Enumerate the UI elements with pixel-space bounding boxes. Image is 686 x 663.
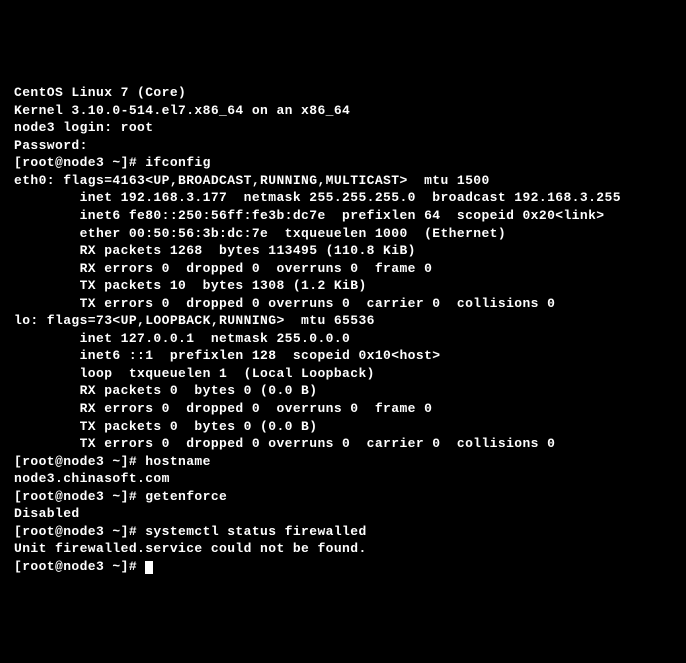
terminal-line: TX packets 0 bytes 0 (0.0 B) — [14, 418, 672, 436]
terminal-line: ether 00:50:56:3b:dc:7e txqueuelen 1000 … — [14, 225, 672, 243]
terminal-line: TX packets 10 bytes 1308 (1.2 KiB) — [14, 277, 672, 295]
terminal-line: loop txqueuelen 1 (Local Loopback) — [14, 365, 672, 383]
cursor-icon — [145, 561, 153, 574]
terminal-line: RX errors 0 dropped 0 overruns 0 frame 0 — [14, 400, 672, 418]
terminal-line: [root@node3 ~]# — [14, 558, 672, 576]
terminal-line: TX errors 0 dropped 0 overruns 0 carrier… — [14, 295, 672, 313]
terminal-line: inet 127.0.0.1 netmask 255.0.0.0 — [14, 330, 672, 348]
terminal-line: inet 192.168.3.177 netmask 255.255.255.0… — [14, 189, 672, 207]
terminal-line: RX packets 1268 bytes 113495 (110.8 KiB) — [14, 242, 672, 260]
terminal-output[interactable]: CentOS Linux 7 (Core)Kernel 3.10.0-514.e… — [14, 84, 672, 575]
terminal-line: Disabled — [14, 505, 672, 523]
terminal-line: [root@node3 ~]# hostname — [14, 453, 672, 471]
terminal-line: TX errors 0 dropped 0 overruns 0 carrier… — [14, 435, 672, 453]
terminal-line: node3 login: root — [14, 119, 672, 137]
terminal-line: Unit firewalled.service could not be fou… — [14, 540, 672, 558]
terminal-line: inet6 fe80::250:56ff:fe3b:dc7e prefixlen… — [14, 207, 672, 225]
terminal-line: CentOS Linux 7 (Core) — [14, 84, 672, 102]
terminal-line: RX packets 0 bytes 0 (0.0 B) — [14, 382, 672, 400]
terminal-line: eth0: flags=4163<UP,BROADCAST,RUNNING,MU… — [14, 172, 672, 190]
terminal-line: lo: flags=73<UP,LOOPBACK,RUNNING> mtu 65… — [14, 312, 672, 330]
terminal-line: RX errors 0 dropped 0 overruns 0 frame 0 — [14, 260, 672, 278]
terminal-line: Kernel 3.10.0-514.el7.x86_64 on an x86_6… — [14, 102, 672, 120]
terminal-line: node3.chinasoft.com — [14, 470, 672, 488]
terminal-line: [root@node3 ~]# ifconfig — [14, 154, 672, 172]
terminal-line: Password: — [14, 137, 672, 155]
terminal-line: inet6 ::1 prefixlen 128 scopeid 0x10<hos… — [14, 347, 672, 365]
terminal-line: [root@node3 ~]# getenforce — [14, 488, 672, 506]
